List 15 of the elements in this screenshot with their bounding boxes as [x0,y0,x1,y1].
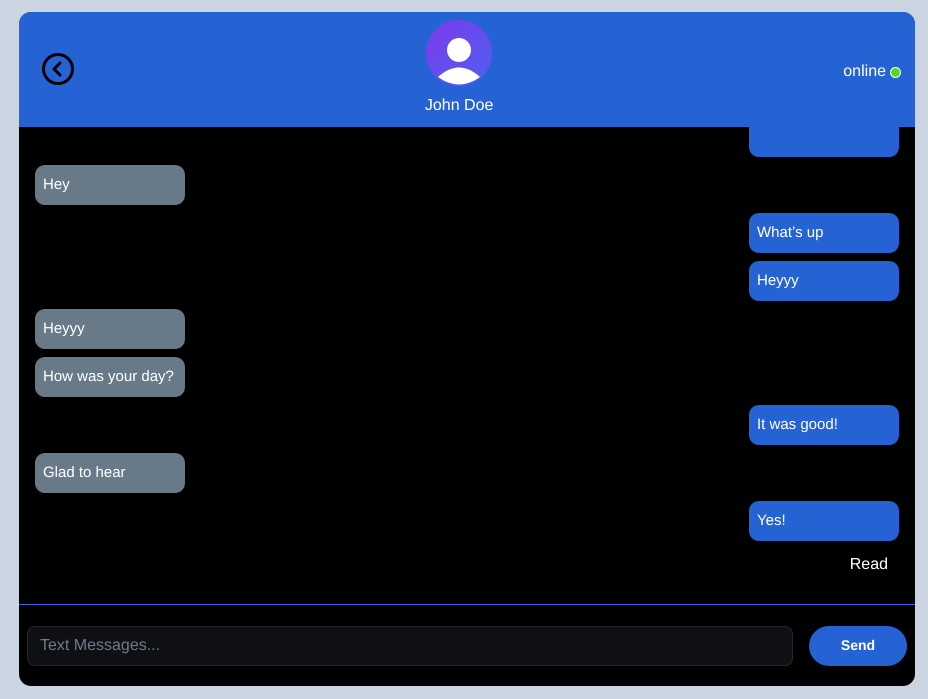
message-input[interactable]: Text Messages... [27,626,793,666]
back-button[interactable] [41,52,75,86]
message-bubble: It was good! [749,405,899,445]
message-bubble: Yes! [749,501,899,541]
send-button[interactable]: Send [809,626,907,666]
message-bubble: Heyyy [749,261,899,301]
message-bubble: Hey [35,165,185,205]
message-bubble: Glad to hear [35,453,185,493]
message-bubble: How was your day? [35,357,185,397]
status-text: online [843,62,886,82]
read-receipt: Read [850,555,888,575]
message-bubble: Heyyy [35,309,185,349]
avatar-icon [426,20,492,86]
message-bubble: What’s up [749,213,899,253]
contact-name: John Doe [424,96,494,116]
